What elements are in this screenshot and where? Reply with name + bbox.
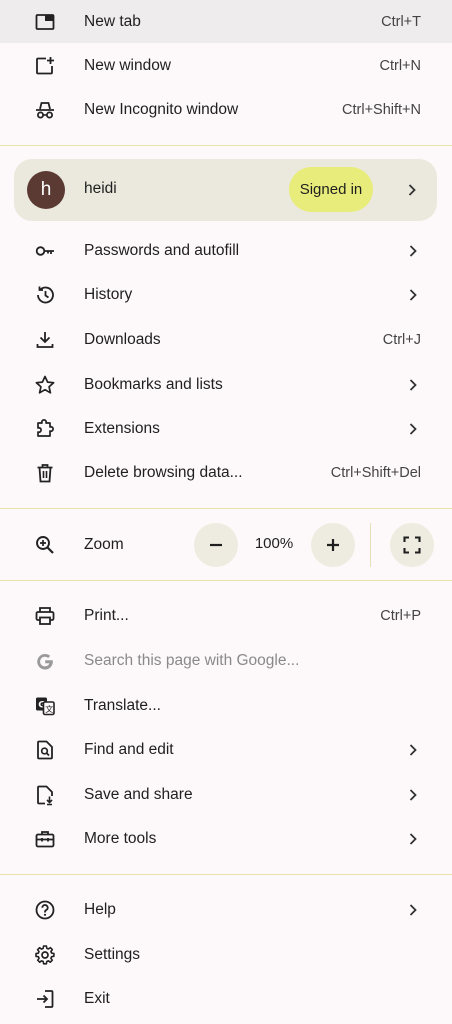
zoom-level: 100% xyxy=(254,535,294,552)
incognito-icon xyxy=(34,99,56,121)
menu-label: More tools xyxy=(84,830,157,847)
chevron-right-icon xyxy=(409,245,417,257)
menu-item-save-share[interactable]: Save and share xyxy=(0,773,452,817)
star-icon xyxy=(34,374,56,396)
new-window-icon xyxy=(34,55,56,77)
menu-item-new-incognito-window[interactable]: New Incognito window Ctrl+Shift+N xyxy=(0,88,452,132)
menu-label: Print... xyxy=(84,607,129,624)
menu-shortcut: Ctrl+Shift+Del xyxy=(330,465,421,481)
chevron-right-icon xyxy=(408,184,416,196)
download-icon xyxy=(34,329,56,351)
fullscreen-button[interactable] xyxy=(390,523,434,567)
profile-card[interactable]: h heidi Signed in xyxy=(14,159,437,221)
menu-label: History xyxy=(84,286,133,303)
menu-item-passwords-autofill[interactable]: Passwords and autofill xyxy=(0,229,452,273)
zoom-icon xyxy=(34,534,56,556)
zoom-in-button[interactable] xyxy=(311,523,355,567)
menu-separator xyxy=(0,580,452,581)
find-page-icon xyxy=(34,739,56,761)
zoom-out-button[interactable] xyxy=(194,523,238,567)
printer-icon xyxy=(34,605,56,627)
signed-in-badge: Signed in xyxy=(289,167,373,212)
puzzle-icon xyxy=(34,418,56,440)
menu-item-settings[interactable]: Settings xyxy=(0,933,452,977)
menu-separator xyxy=(0,508,452,509)
translate-icon: G文 xyxy=(34,695,56,717)
menu-shortcut: Ctrl+N xyxy=(379,58,422,74)
chevron-right-icon xyxy=(409,833,417,845)
menu-shortcut: Ctrl+T xyxy=(381,13,421,30)
minus-icon xyxy=(210,543,222,547)
menu-item-new-tab[interactable]: New tab Ctrl+T xyxy=(0,0,452,43)
menu-shortcut: Ctrl+J xyxy=(382,332,421,348)
trash-icon xyxy=(34,462,56,484)
menu-separator xyxy=(0,874,452,875)
menu-item-extensions[interactable]: Extensions xyxy=(0,407,452,451)
save-page-icon xyxy=(34,784,56,806)
menu-item-print[interactable]: Print... Ctrl+P xyxy=(0,594,452,638)
fullscreen-icon xyxy=(403,536,421,554)
menu-label: Bookmarks and lists xyxy=(84,376,223,393)
menu-item-search-page-google[interactable]: Search this page with Google... xyxy=(0,639,452,683)
history-icon xyxy=(34,284,56,306)
exit-icon xyxy=(34,988,56,1010)
chevron-right-icon xyxy=(409,904,417,916)
menu-label: Find and edit xyxy=(84,741,174,758)
svg-text:文: 文 xyxy=(45,704,53,714)
chevron-right-icon xyxy=(409,379,417,391)
menu-label: Passwords and autofill xyxy=(84,242,240,259)
menu-separator xyxy=(0,145,452,146)
chevron-right-icon xyxy=(409,423,417,435)
menu-label: Zoom xyxy=(84,536,124,553)
chevron-right-icon xyxy=(409,289,417,301)
menu-label: Save and share xyxy=(84,786,193,803)
menu-shortcut: Ctrl+P xyxy=(380,608,421,624)
help-icon xyxy=(34,899,56,921)
new-tab-icon xyxy=(34,11,56,33)
profile-name: heidi xyxy=(84,180,117,197)
menu-item-downloads[interactable]: Downloads Ctrl+J xyxy=(0,318,452,362)
gear-icon xyxy=(34,944,56,966)
menu-item-exit[interactable]: Exit xyxy=(0,977,452,1021)
menu-label: Help xyxy=(84,901,116,918)
zoom-separator xyxy=(370,523,371,567)
plus-icon xyxy=(327,539,339,551)
menu-item-new-window[interactable]: New window Ctrl+N xyxy=(0,44,452,88)
menu-label: Delete browsing data... xyxy=(84,464,243,481)
avatar: h xyxy=(27,171,65,209)
menu-label: Exit xyxy=(84,990,110,1007)
menu-label: Translate... xyxy=(84,697,161,714)
menu-item-translate[interactable]: G文 Translate... xyxy=(0,684,452,728)
menu-shortcut: Ctrl+Shift+N xyxy=(342,102,421,118)
menu-label: New Incognito window xyxy=(84,101,239,118)
menu-item-bookmarks-lists[interactable]: Bookmarks and lists xyxy=(0,363,452,407)
chevron-right-icon xyxy=(409,744,417,756)
google-icon xyxy=(34,650,56,672)
toolbox-icon xyxy=(34,828,56,850)
menu-label: Search this page with Google... xyxy=(84,652,300,669)
menu-item-help[interactable]: Help xyxy=(0,888,452,932)
menu-item-delete-browsing-data[interactable]: Delete browsing data... Ctrl+Shift+Del xyxy=(0,451,452,495)
menu-item-more-tools[interactable]: More tools xyxy=(0,817,452,861)
menu-label: Settings xyxy=(84,946,141,963)
chevron-right-icon xyxy=(409,789,417,801)
menu-item-history[interactable]: History xyxy=(0,273,452,317)
menu-item-find-edit[interactable]: Find and edit xyxy=(0,728,452,772)
menu-label: Downloads xyxy=(84,331,161,348)
menu-label: New tab xyxy=(84,12,141,30)
key-icon xyxy=(34,240,56,262)
menu-label: Extensions xyxy=(84,420,160,437)
menu-label: New window xyxy=(84,57,172,74)
